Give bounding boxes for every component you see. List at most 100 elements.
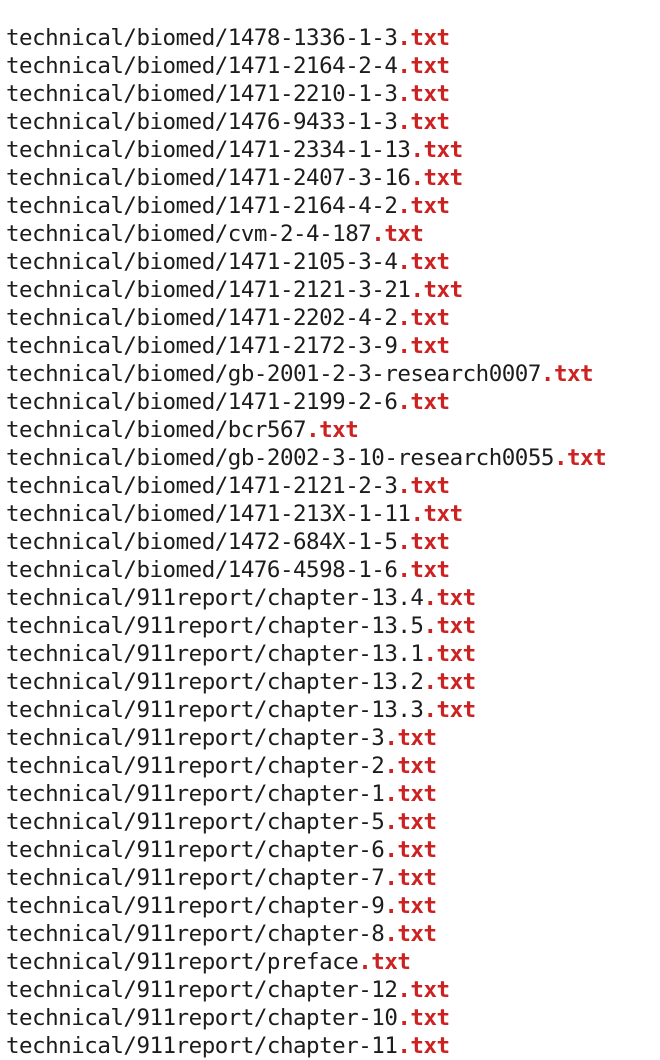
file-path-row: technical/911report/chapter-13.5.txt	[6, 612, 606, 640]
file-path-text: technical/biomed/1472-684X-1-5	[6, 529, 398, 555]
file-path-row: technical/911report/chapter-6.txt	[6, 836, 606, 864]
file-path-text: technical/911report/chapter-13.1	[6, 641, 424, 667]
file-path-text: technical/biomed/1471-2210-1-3	[6, 81, 398, 107]
file-extension-text: .txt	[410, 277, 463, 303]
file-path-row: technical/911report/chapter-1.txt	[6, 780, 606, 808]
file-path-row: technical/biomed/1471-2334-1-13.txt	[6, 136, 606, 164]
file-path-text: technical/911report/chapter-11	[6, 1033, 398, 1059]
file-path-text: technical/911report/chapter-13.4	[6, 585, 424, 611]
file-path-text: technical/biomed/1471-2121-3-21	[6, 277, 411, 303]
file-extension-text: .txt	[397, 1033, 450, 1059]
file-path-text: technical/biomed/gb-2001-2-3-research000…	[6, 361, 541, 387]
file-path-row: technical/biomed/1471-2105-3-4.txt	[6, 248, 606, 276]
file-path-text: technical/biomed/bcr567	[6, 417, 307, 443]
file-extension-text: .txt	[397, 1005, 450, 1031]
file-path-text: technical/911report/chapter-12	[6, 977, 398, 1003]
file-path-text: technical/911report/chapter-7	[6, 865, 385, 891]
file-extension-text: .txt	[397, 249, 450, 275]
file-extension-text: .txt	[540, 361, 594, 387]
file-extension-text: .txt	[384, 865, 437, 891]
file-extension-text: .txt	[371, 221, 424, 247]
file-path-row: technical/biomed/1472-684X-1-5.txt	[6, 528, 606, 556]
file-path-list: technical/biomed/1478-1336-1-3.txt techni…	[6, 24, 607, 1060]
file-path-text: technical/biomed/1478-1336-1-3	[6, 25, 398, 51]
file-extension-text: .txt	[397, 389, 450, 415]
file-extension-text: .txt	[384, 753, 437, 779]
file-path-row: technical/biomed/1471-213X-1-11.txt	[6, 500, 606, 528]
file-path-text: technical/911report/chapter-13.5	[6, 613, 424, 639]
file-extension-text: .txt	[423, 585, 476, 611]
file-path-row: technical/biomed/1471-2164-4-2.txt	[6, 192, 606, 220]
file-extension-text: .txt	[397, 333, 450, 359]
file-path-text: technical/911report/chapter-5	[6, 809, 385, 835]
file-extension-text: .txt	[358, 949, 411, 975]
file-extension-text: .txt	[384, 893, 437, 919]
file-path-text: technical/biomed/1471-2334-1-13	[6, 137, 411, 163]
file-extension-text: .txt	[397, 529, 450, 555]
file-path-row: technical/biomed/1471-2210-1-3.txt	[6, 80, 606, 108]
file-path-text: technical/biomed/1476-9433-1-3	[6, 109, 398, 135]
file-path-text: technical/biomed/cvm-2-4-187	[6, 221, 372, 247]
file-path-text: technical/911report/chapter-10	[6, 1005, 398, 1031]
file-path-text: technical/biomed/1471-2164-4-2	[6, 193, 398, 219]
file-path-row: technical/911report/preface.txt	[6, 948, 606, 976]
file-path-text: technical/911report/chapter-1	[6, 781, 385, 807]
file-extension-text: .txt	[397, 557, 450, 583]
file-path-text: technical/911report/preface	[6, 949, 359, 975]
file-extension-text: .txt	[397, 193, 450, 219]
file-extension-text: .txt	[397, 25, 450, 51]
file-path-row: technical/911report/chapter-11.txt	[6, 1032, 606, 1060]
file-extension-text: .txt	[423, 669, 476, 695]
file-path-text: technical/biomed/1471-2407-3-16	[6, 165, 411, 191]
file-path-row: technical/911report/chapter-5.txt	[6, 808, 606, 836]
file-extension-text: .txt	[410, 137, 463, 163]
file-path-text: technical/911report/chapter-13.3	[6, 697, 424, 723]
file-path-row: technical/biomed/1471-2164-2-4.txt	[6, 52, 606, 80]
file-path-row: technical/biomed/cvm-2-4-187.txt	[6, 220, 606, 248]
file-path-row: technical/911report/chapter-3.txt	[6, 724, 606, 752]
file-extension-text: .txt	[397, 977, 450, 1003]
file-extension-text: .txt	[397, 81, 450, 107]
file-path-row: technical/911report/chapter-13.3.txt	[6, 696, 606, 724]
file-path-row: technical/biomed/1471-2172-3-9.txt	[6, 332, 606, 360]
file-path-text: technical/biomed/1471-2172-3-9	[6, 333, 398, 359]
file-extension-text: .txt	[410, 501, 463, 527]
file-path-row: technical/biomed/1471-2202-4-2.txt	[6, 304, 606, 332]
file-extension-text: .txt	[384, 837, 437, 863]
file-path-row: technical/911report/chapter-7.txt	[6, 864, 606, 892]
file-extension-text: .txt	[423, 641, 476, 667]
file-path-row: technical/biomed/1471-2121-3-21.txt	[6, 276, 606, 304]
file-extension-text: .txt	[423, 613, 476, 639]
file-path-row: technical/911report/chapter-10.txt	[6, 1004, 606, 1032]
file-path-text: technical/biomed/1471-213X-1-11	[6, 501, 411, 527]
file-path-row: technical/911report/chapter-13.2.txt	[6, 668, 606, 696]
file-extension-text: .txt	[410, 165, 463, 191]
file-path-row: technical/biomed/1471-2199-2-6.txt	[6, 388, 606, 416]
file-path-text: technical/911report/chapter-6	[6, 837, 385, 863]
file-path-text: technical/911report/chapter-13.2	[6, 669, 424, 695]
file-path-row: technical/911report/chapter-13.1.txt	[6, 640, 606, 668]
file-path-text: technical/biomed/1471-2164-2-4	[6, 53, 398, 79]
file-path-row: technical/biomed/1476-9433-1-3.txt	[6, 108, 606, 136]
file-path-row: technical/biomed/1478-1336-1-3.txt	[6, 24, 606, 52]
file-path-text: technical/911report/chapter-3	[6, 725, 385, 751]
file-extension-text: .txt	[397, 473, 450, 499]
file-path-text: technical/911report/chapter-2	[6, 753, 385, 779]
file-extension-text: .txt	[384, 725, 437, 751]
file-path-text: technical/biomed/1471-2202-4-2	[6, 305, 398, 331]
file-path-row: technical/911report/chapter-9.txt	[6, 892, 606, 920]
file-path-row: technical/911report/chapter-2.txt	[6, 752, 606, 780]
file-path-row: technical/911report/chapter-12.txt	[6, 976, 606, 1004]
file-extension-text: .txt	[384, 781, 437, 807]
file-path-row: technical/biomed/gb-2001-2-3-research000…	[6, 360, 606, 388]
file-path-text: technical/911report/chapter-8	[6, 921, 385, 947]
file-extension-text: .txt	[553, 445, 607, 471]
file-path-row: technical/biomed/1476-4598-1-6.txt	[6, 556, 606, 584]
file-path-text: technical/biomed/1471-2121-2-3	[6, 473, 398, 499]
file-extension-text: .txt	[306, 417, 359, 443]
file-path-text: technical/biomed/1476-4598-1-6	[6, 557, 398, 583]
file-path-text: technical/biomed/1471-2199-2-6	[6, 389, 398, 415]
file-extension-text: .txt	[397, 53, 450, 79]
file-extension-text: .txt	[423, 697, 476, 723]
file-extension-text: .txt	[384, 921, 437, 947]
